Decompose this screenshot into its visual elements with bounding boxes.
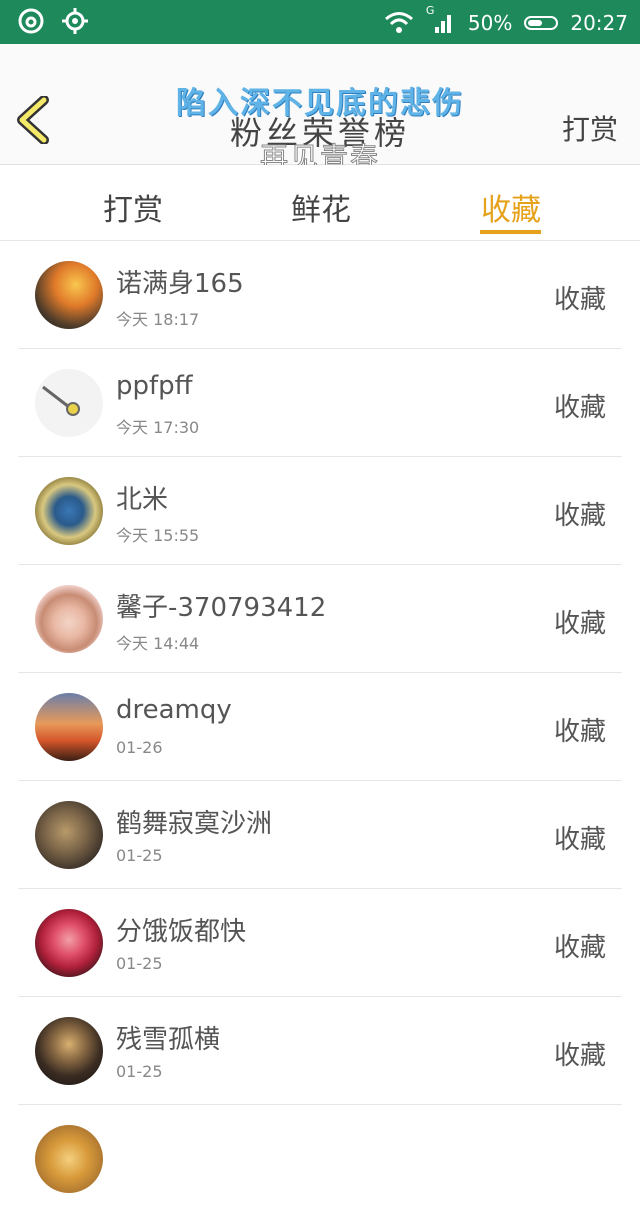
user-name: ppfpff [116,371,193,401]
netease-music-icon [16,6,46,36]
wifi-icon [384,8,414,38]
timestamp: 今天 17:30 [116,418,200,437]
tab-bar: 打赏 鲜花 收藏 [0,165,640,241]
tab-flowers[interactable]: 鲜花 [291,185,351,229]
user-name: 馨子-370793412 [116,593,327,623]
timestamp: 今天 14:44 [116,634,200,653]
user-name: dreamqy [116,695,232,725]
timestamp: 今天 15:55 [116,526,200,545]
reward-button[interactable]: 打赏 [562,108,618,148]
battery-icon [524,16,559,30]
user-name: 分饿饭都快 [116,917,247,947]
list-item[interactable]: ppfpff 今天 17:30 收藏 [18,349,622,457]
avatar [35,585,103,653]
location-target-icon [60,6,90,36]
list-item[interactable]: 残雪孤横 01-25 收藏 [18,997,622,1105]
favorites-list: 诺满身165 今天 18:17 收藏 ppfpff 今天 17:30 收藏 北米… [0,241,640,1212]
favorite-label: 收藏 [553,717,606,747]
active-tab-indicator [480,230,541,234]
list-item[interactable]: 鹤舞寂寞沙洲 01-25 收藏 [18,781,622,889]
favorite-label: 收藏 [553,393,606,423]
avatar [35,801,103,869]
timestamp: 01-25 [116,846,163,865]
cell-signal-icon: G [426,4,456,38]
favorite-label: 收藏 [553,825,606,855]
header-overlay-text-top: 陷入深不见底的悲伤 [176,86,464,121]
list-item[interactable]: 分饿饭都快 01-25 收藏 [18,889,622,997]
avatar [35,693,103,761]
avatar [35,261,103,329]
favorite-label: 收藏 [553,501,606,531]
favorite-label: 收藏 [553,609,606,639]
timestamp: 01-26 [116,738,163,757]
user-name: 残雪孤横 [116,1025,221,1055]
timestamp: 01-25 [116,1062,163,1081]
favorite-label: 收藏 [553,285,606,315]
user-name: 鹤舞寂寞沙洲 [116,809,273,839]
user-name: 诺满身165 [116,269,244,299]
favorite-label: 收藏 [553,1041,606,1071]
avatar [35,1125,103,1193]
clock-time: 20:27 [570,11,628,35]
list-item-partial[interactable] [18,1105,622,1212]
avatar [35,909,103,977]
list-item[interactable]: dreamqy 01-26 收藏 [18,673,622,781]
list-item[interactable]: 馨子-370793412 今天 14:44 收藏 [18,565,622,673]
user-name: 北米 [116,485,169,515]
list-item[interactable]: 诺满身165 今天 18:17 收藏 [18,241,622,349]
status-bar: G 50% 20:27 [0,0,640,44]
tab-reward[interactable]: 打赏 [103,185,163,229]
battery-percent: 50% [467,11,513,35]
avatar [35,369,103,437]
timestamp: 今天 18:17 [116,310,200,329]
list-item[interactable]: 北米 今天 15:55 收藏 [18,457,622,565]
avatar [35,1017,103,1085]
timestamp: 01-25 [116,954,163,973]
tab-favorites[interactable]: 收藏 [481,185,541,229]
signal-label: G [425,4,435,17]
header: 粉丝荣誉榜 陷入深不见底的悲伤 再见青春 打赏 [0,44,640,175]
favorite-label: 收藏 [553,933,606,963]
avatar [35,477,103,545]
